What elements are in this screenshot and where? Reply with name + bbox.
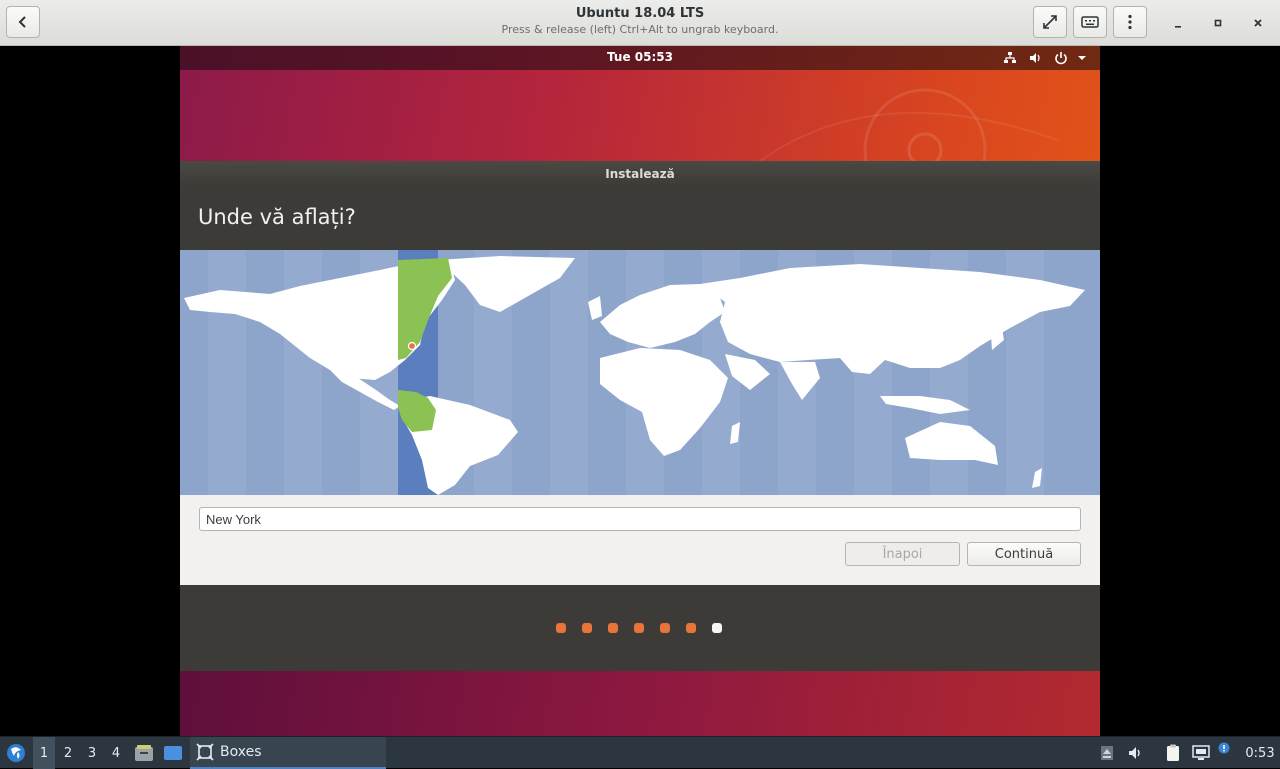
vm-display[interactable]: Tue 05:53 Instalează Unde vă aflați? New… xyxy=(180,46,1100,736)
volume-tray-icon xyxy=(1129,747,1140,759)
progress-dot xyxy=(660,623,670,633)
progress-dot xyxy=(582,623,592,633)
progress-dot xyxy=(686,623,696,633)
minimize-icon xyxy=(1175,26,1181,28)
keyboard-icon xyxy=(1081,16,1099,28)
close-icon xyxy=(1254,19,1262,27)
system-menu-arrow-icon[interactable] xyxy=(1075,51,1089,65)
installer-titlebar: Instalează xyxy=(180,161,1100,187)
file-manager-launcher[interactable] xyxy=(133,737,155,769)
window-subtitle: Press & release (left) Ctrl+Alt to ungra… xyxy=(501,23,779,36)
installer-window: Instalează Unde vă aflați? New York Înap… xyxy=(180,161,1100,671)
desktop-2-button[interactable]: 2 xyxy=(57,737,79,769)
clipboard-tray-button[interactable] xyxy=(1163,737,1183,769)
desktop-1-button[interactable]: 1 xyxy=(33,737,55,769)
notification-tray-button[interactable] xyxy=(1216,737,1232,769)
continue-button[interactable]: Continuă xyxy=(967,542,1081,566)
task-boxes[interactable]: Boxes xyxy=(190,737,386,769)
network-icon[interactable] xyxy=(1003,51,1017,65)
maximize-icon xyxy=(1214,19,1222,27)
back-icon xyxy=(18,16,26,28)
network-tray-icon xyxy=(1192,745,1210,760)
eject-icon xyxy=(1101,746,1113,760)
back-button[interactable] xyxy=(6,6,40,38)
progress-dots xyxy=(555,623,725,635)
world-map-graphic xyxy=(184,250,1085,495)
notification-icon xyxy=(1218,742,1230,754)
power-icon[interactable] xyxy=(1054,51,1068,65)
network-tray-button[interactable] xyxy=(1190,737,1212,769)
boxes-header-bar: Ubuntu 18.04 LTS Press & release (left) … xyxy=(0,0,1280,46)
close-button[interactable] xyxy=(1248,13,1268,33)
taskbar: 1 2 3 4 Boxes 0:53 xyxy=(0,736,1280,769)
installer-title: Instalează xyxy=(605,167,675,181)
desktop-icon xyxy=(164,746,182,760)
timezone-map[interactable] xyxy=(180,250,1100,495)
start-menu-button[interactable] xyxy=(3,737,29,769)
progress-dot xyxy=(556,623,566,633)
volume-tray-button[interactable] xyxy=(1125,737,1145,769)
wallpaper-bottom xyxy=(180,670,1100,736)
progress-dot xyxy=(634,623,644,633)
properties-menu-button[interactable] xyxy=(1113,6,1147,38)
task-boxes-label: Boxes xyxy=(220,744,262,760)
desktop-4-button[interactable]: 4 xyxy=(105,737,127,769)
progress-dot xyxy=(608,623,618,633)
eject-tray-button[interactable] xyxy=(1098,737,1116,769)
boxes-app-icon xyxy=(196,743,214,761)
menu-icon xyxy=(1128,14,1132,30)
window-title: Ubuntu 18.04 LTS xyxy=(575,6,705,21)
gnome-top-bar: Tue 05:53 xyxy=(180,46,1100,70)
progress-dot-current xyxy=(712,623,722,633)
lxqt-logo-icon xyxy=(7,744,25,762)
taskbar-clock[interactable]: 0:53 xyxy=(1240,737,1280,769)
clipboard-icon xyxy=(1167,744,1179,761)
fullscreen-icon xyxy=(1043,15,1057,29)
maximize-button[interactable] xyxy=(1208,13,1228,33)
back-button-installer[interactable]: Înapoi xyxy=(845,542,960,566)
page-heading: Unde vă aflați? xyxy=(198,205,356,229)
show-desktop-launcher[interactable] xyxy=(162,737,184,769)
volume-icon[interactable] xyxy=(1028,51,1042,65)
timezone-input[interactable] xyxy=(199,507,1081,531)
send-keys-button[interactable] xyxy=(1073,6,1107,38)
desktop-3-button[interactable]: 3 xyxy=(81,737,103,769)
file-manager-icon xyxy=(135,745,153,761)
timezone-form: Înapoi Continuă xyxy=(180,495,1100,585)
minimize-button[interactable] xyxy=(1168,13,1188,33)
fullscreen-button[interactable] xyxy=(1033,6,1067,38)
gnome-clock[interactable]: Tue 05:53 xyxy=(180,50,1100,64)
